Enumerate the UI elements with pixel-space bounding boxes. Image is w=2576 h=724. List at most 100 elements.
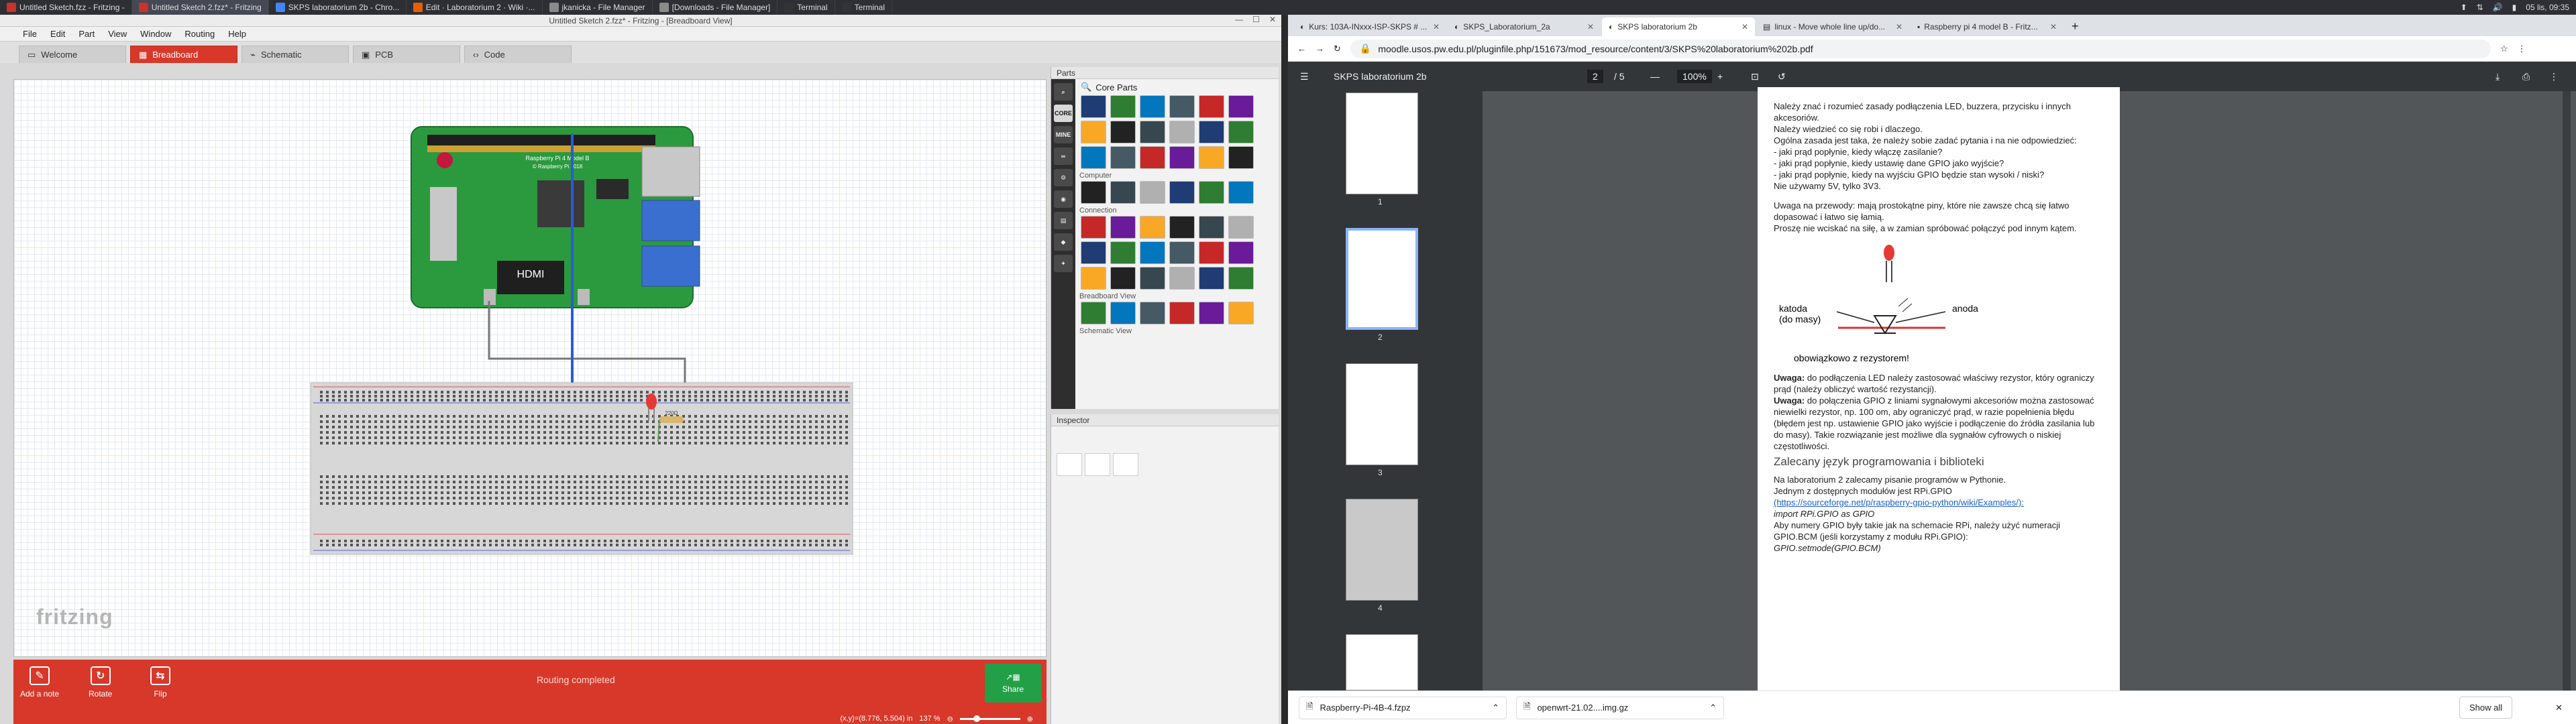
breadboard-hole[interactable] <box>586 475 588 478</box>
breadboard-hole[interactable] <box>586 415 588 418</box>
breadboard-hole[interactable] <box>628 399 631 402</box>
breadboard-hole[interactable] <box>568 540 570 542</box>
breadboard-hole[interactable] <box>682 442 685 444</box>
breadboard-hole[interactable] <box>549 544 552 546</box>
breadboard-hole[interactable] <box>356 497 359 499</box>
browser-tab-active[interactable]: ◐ SKPS laboratorium 2b ✕ <box>1602 17 1755 36</box>
browser-tab[interactable]: ◐ SKPS_Laboratorium_2a ✕ <box>1448 17 1601 36</box>
breadboard-hole[interactable] <box>555 442 558 444</box>
breadboard-hole[interactable] <box>429 544 431 546</box>
breadboard-hole[interactable] <box>513 391 516 394</box>
breadboard-hole[interactable] <box>374 497 377 499</box>
breadboard-hole[interactable] <box>622 415 625 418</box>
breadboard-hole[interactable] <box>561 544 564 546</box>
breadboard-hole[interactable] <box>839 399 842 402</box>
breadboard-hole[interactable] <box>555 426 558 428</box>
breadboard-hole[interactable] <box>785 391 788 394</box>
breadboard-hole[interactable] <box>688 395 691 398</box>
breadboard-hole[interactable] <box>501 391 504 394</box>
breadboard-hole[interactable] <box>447 395 449 398</box>
breadboard-hole[interactable] <box>682 475 685 478</box>
breadboard-hole[interactable] <box>743 475 745 478</box>
breadboard-hole[interactable] <box>586 436 588 439</box>
breadboard-hole[interactable] <box>519 481 522 483</box>
breadboard-hole[interactable] <box>344 486 347 489</box>
breadboard-hole[interactable] <box>519 486 522 489</box>
breadboard-hole[interactable] <box>435 436 437 439</box>
breadboard-hole[interactable] <box>537 399 540 402</box>
breadboard-hole[interactable] <box>712 420 715 423</box>
breadboard-hole[interactable] <box>561 486 564 489</box>
breadboard-hole[interactable] <box>634 436 637 439</box>
breadboard-hole[interactable] <box>767 491 769 494</box>
breadboard-hole[interactable] <box>592 426 594 428</box>
breadboard-hole[interactable] <box>592 442 594 444</box>
breadboard-hole[interactable] <box>676 395 679 398</box>
breadboard-hole[interactable] <box>622 426 625 428</box>
breadboard-hole[interactable] <box>634 431 637 434</box>
battery-icon[interactable]: ▮ <box>2512 3 2517 12</box>
breadboard-hole[interactable] <box>815 544 818 546</box>
breadboard-hole[interactable] <box>839 395 842 398</box>
breadboard-hole[interactable] <box>507 491 510 494</box>
bin-icon[interactable]: ⚙ <box>1054 169 1073 186</box>
forward-icon[interactable]: → <box>1316 44 1324 54</box>
breadboard-hole[interactable] <box>815 481 818 483</box>
breadboard-hole[interactable] <box>797 491 800 494</box>
breadboard-hole[interactable] <box>664 491 667 494</box>
breadboard-hole[interactable] <box>706 415 709 418</box>
breadboard-hole[interactable] <box>574 486 576 489</box>
part-tile[interactable] <box>1140 181 1165 204</box>
breadboard-hole[interactable] <box>477 502 480 505</box>
breadboard-hole[interactable] <box>646 544 649 546</box>
breadboard-hole[interactable] <box>634 391 637 394</box>
breadboard-hole[interactable] <box>471 420 474 423</box>
breadboard-hole[interactable] <box>501 415 504 418</box>
breadboard-hole[interactable] <box>815 497 818 499</box>
breadboard-hole[interactable] <box>531 399 534 402</box>
breadboard-hole[interactable] <box>405 540 407 542</box>
breadboard-hole[interactable] <box>489 399 492 402</box>
breadboard-hole[interactable] <box>423 395 425 398</box>
task-firefox[interactable]: Edit · Laboratorium 2 · Wiki ·... <box>407 0 543 15</box>
breadboard-hole[interactable] <box>507 540 510 542</box>
breadboard-hole[interactable] <box>495 486 498 489</box>
breadboard-hole[interactable] <box>610 431 612 434</box>
part-tile[interactable] <box>1169 95 1195 118</box>
breadboard-hole[interactable] <box>622 502 625 505</box>
breadboard-hole[interactable] <box>731 420 733 423</box>
part-tile[interactable] <box>1169 241 1195 264</box>
breadboard-hole[interactable] <box>833 502 836 505</box>
breadboard-hole[interactable] <box>622 540 625 542</box>
breadboard-hole[interactable] <box>821 497 824 499</box>
breadboard-hole[interactable] <box>423 475 425 478</box>
breadboard-hole[interactable] <box>429 486 431 489</box>
breadboard-hole[interactable] <box>604 399 606 402</box>
breadboard-hole[interactable] <box>676 475 679 478</box>
breadboard-hole[interactable] <box>610 491 612 494</box>
breadboard-hole[interactable] <box>368 426 371 428</box>
breadboard-hole[interactable] <box>459 540 462 542</box>
breadboard-hole[interactable] <box>338 442 341 444</box>
breadboard-hole[interactable] <box>785 481 788 483</box>
breadboard-hole[interactable] <box>411 415 413 418</box>
breadboard-hole[interactable] <box>537 502 540 505</box>
breadboard-hole[interactable] <box>435 502 437 505</box>
breadboard-hole[interactable] <box>392 502 395 505</box>
breadboard-hole[interactable] <box>779 481 782 483</box>
breadboard-hole[interactable] <box>465 497 468 499</box>
breadboard-hole[interactable] <box>598 544 600 546</box>
close-shelf-icon[interactable]: ✕ <box>2555 703 2563 713</box>
breadboard-hole[interactable] <box>724 420 727 423</box>
breadboard-hole[interactable] <box>700 436 703 439</box>
breadboard-hole[interactable] <box>791 486 794 489</box>
breadboard-hole[interactable] <box>815 502 818 505</box>
breadboard-hole[interactable] <box>706 544 709 546</box>
breadboard-hole[interactable] <box>411 399 413 402</box>
breadboard-hole[interactable] <box>724 502 727 505</box>
breadboard-hole[interactable] <box>356 442 359 444</box>
breadboard-hole[interactable] <box>344 475 347 478</box>
breadboard-hole[interactable] <box>586 540 588 542</box>
breadboard-hole[interactable] <box>616 415 619 418</box>
breadboard-hole[interactable] <box>549 497 552 499</box>
